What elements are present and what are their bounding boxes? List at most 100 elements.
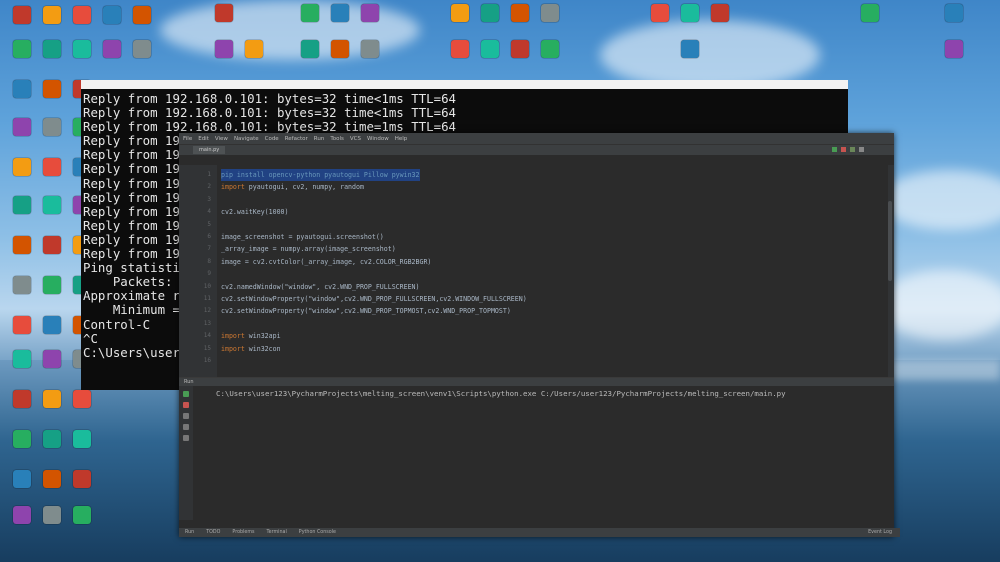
menu-item-view[interactable]: View [215, 136, 228, 142]
desktop-shortcut[interactable] [8, 6, 36, 24]
desktop-shortcut[interactable] [296, 4, 324, 22]
desktop-shortcut[interactable] [38, 236, 66, 254]
desktop-shortcut[interactable] [38, 40, 66, 58]
run-icon[interactable] [832, 147, 837, 152]
code-line[interactable]: 9 [207, 268, 817, 280]
menu-item-refactor[interactable]: Refactor [285, 136, 308, 142]
event-log-button[interactable]: Event Log [868, 530, 892, 535]
desktop-shortcut[interactable] [8, 470, 36, 488]
desktop-shortcut[interactable] [676, 4, 704, 22]
desktop-shortcut[interactable] [8, 350, 36, 368]
desktop-shortcut[interactable] [536, 40, 564, 58]
desktop-shortcut[interactable] [68, 470, 96, 488]
desktop-shortcut[interactable] [856, 4, 884, 22]
search-icon[interactable] [859, 147, 864, 152]
desktop-shortcut[interactable] [446, 4, 474, 22]
desktop-shortcut[interactable] [38, 80, 66, 98]
desktop-shortcut[interactable] [98, 40, 126, 58]
desktop-shortcut[interactable] [38, 470, 66, 488]
code-line[interactable]: 4 cv2.waitKey(1000) [207, 206, 817, 218]
desktop-shortcut[interactable] [68, 40, 96, 58]
desktop-shortcut[interactable] [8, 236, 36, 254]
desktop-shortcut[interactable] [210, 4, 238, 22]
menu-item-file[interactable]: File [183, 136, 192, 142]
status-item-python-console[interactable]: Python Console [299, 530, 336, 535]
stop-run-icon[interactable] [183, 402, 189, 408]
debug-icon[interactable] [850, 147, 855, 152]
status-item-problems[interactable]: Problems [232, 530, 254, 535]
desktop-shortcut[interactable] [38, 276, 66, 294]
desktop-shortcut[interactable] [38, 196, 66, 214]
desktop-shortcut[interactable] [476, 40, 504, 58]
desktop-shortcut[interactable] [38, 6, 66, 24]
desktop-shortcut[interactable] [706, 4, 734, 22]
menu-item-edit[interactable]: Edit [198, 136, 209, 142]
stop-icon[interactable] [841, 147, 846, 152]
code-line[interactable]: 2 import pyautogui, cv2, numpy, random [207, 181, 817, 193]
menu-item-vcs[interactable]: VCS [350, 136, 361, 142]
desktop-shortcut[interactable] [98, 6, 126, 24]
code-line[interactable]: 1 pip install opencv-python pyautogui Pil… [207, 169, 817, 181]
desktop-shortcut[interactable] [38, 158, 66, 176]
desktop-shortcut[interactable] [38, 390, 66, 408]
desktop-shortcut[interactable] [38, 430, 66, 448]
desktop-shortcut[interactable] [356, 40, 384, 58]
desktop-shortcut[interactable] [240, 40, 268, 58]
desktop-shortcut[interactable] [38, 118, 66, 136]
code-line[interactable]: 15 import win32con [204, 343, 817, 355]
menu-item-tools[interactable]: Tools [330, 136, 344, 142]
code-line[interactable]: 14 import win32api [204, 330, 817, 342]
desktop-shortcut[interactable] [8, 506, 36, 524]
desktop-shortcut[interactable] [476, 4, 504, 22]
desktop-shortcut[interactable] [68, 430, 96, 448]
desktop-shortcut[interactable] [506, 4, 534, 22]
desktop-shortcut[interactable] [446, 40, 474, 58]
desktop-shortcut[interactable] [940, 40, 968, 58]
desktop-shortcut[interactable] [8, 158, 36, 176]
code-line[interactable]: 3 [207, 194, 817, 206]
desktop-shortcut[interactable] [8, 40, 36, 58]
desktop-shortcut[interactable] [940, 4, 968, 22]
wrap-icon[interactable] [183, 413, 189, 419]
rerun-icon[interactable] [183, 391, 189, 397]
code-line[interactable]: 16 [204, 355, 817, 367]
desktop-shortcut[interactable] [38, 506, 66, 524]
desktop-shortcut[interactable] [676, 40, 704, 58]
code-line[interactable]: 5 [207, 219, 817, 231]
desktop-shortcut[interactable] [8, 276, 36, 294]
desktop-shortcut[interactable] [506, 40, 534, 58]
code-line[interactable]: 10 cv2.namedWindow("window", cv2.WND_PROP… [204, 281, 817, 293]
desktop-shortcut[interactable] [8, 196, 36, 214]
status-item-terminal[interactable]: Terminal [267, 530, 287, 535]
desktop-shortcut[interactable] [296, 40, 324, 58]
menu-item-help[interactable]: Help [395, 136, 408, 142]
pin-icon[interactable] [183, 424, 189, 430]
menu-item-code[interactable]: Code [265, 136, 279, 142]
desktop-shortcut[interactable] [210, 40, 238, 58]
menu-item-run[interactable]: Run [314, 136, 325, 142]
status-item-run[interactable]: Run [185, 530, 194, 535]
editor-scrollbar[interactable] [888, 201, 892, 281]
desktop-shortcut[interactable] [38, 350, 66, 368]
desktop-shortcut[interactable] [356, 4, 384, 22]
code-line[interactable]: 11 cv2.setWindowProperty("window",cv2.WND… [204, 293, 817, 305]
desktop-shortcut[interactable] [326, 40, 354, 58]
desktop-shortcut[interactable] [128, 40, 156, 58]
desktop-shortcut[interactable] [8, 80, 36, 98]
code-line[interactable]: 8 image = cv2.cvtColor(_array_image, cv2.… [207, 256, 817, 268]
desktop-shortcut[interactable] [8, 316, 36, 334]
editor-tab-main[interactable]: main.py [193, 146, 226, 154]
desktop-shortcut[interactable] [68, 506, 96, 524]
desktop-shortcut[interactable] [536, 4, 564, 22]
desktop-shortcut[interactable] [68, 6, 96, 24]
code-line[interactable]: 13 [204, 318, 817, 330]
menu-item-window[interactable]: Window [367, 136, 389, 142]
code-line[interactable]: 7 _array_image = numpy.array(image_screen… [207, 243, 817, 255]
code-editor[interactable]: 1 pip install opencv-python pyautogui Pil… [204, 165, 894, 397]
desktop-shortcut[interactable] [646, 4, 674, 22]
trash-icon[interactable] [183, 435, 189, 441]
desktop-shortcut[interactable] [128, 6, 156, 24]
desktop-shortcut[interactable] [8, 118, 36, 136]
run-panel-title[interactable]: Run [184, 379, 194, 385]
pycharm-window[interactable]: File Edit View Navigate Code Refactor Run Tools… [179, 133, 900, 537]
